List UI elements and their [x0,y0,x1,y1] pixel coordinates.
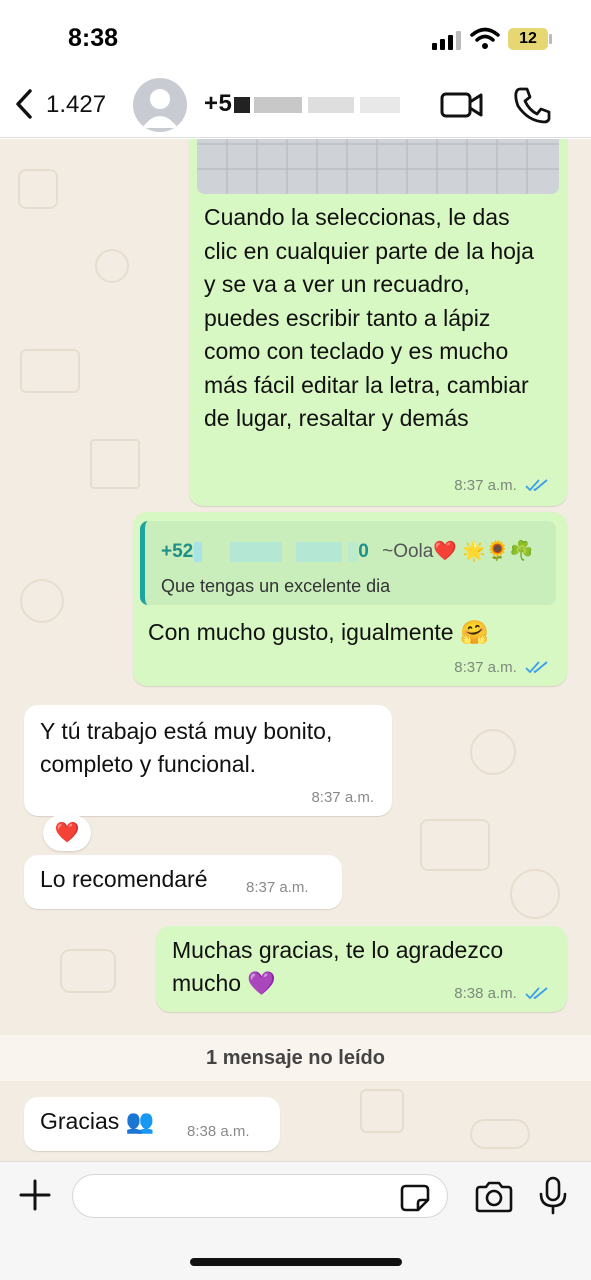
message-composer [0,1161,591,1280]
background-doodle [18,169,58,209]
read-ticks-icon [525,479,548,492]
chat-header: 1.427 +5 [0,76,591,138]
message-bubble-incoming[interactable]: Y tú trabajo está muy bonito, completo y… [24,705,392,816]
avatar[interactable] [133,78,187,132]
message-text: Cuando la seleccionas, le das clic en cu… [204,204,534,431]
message-bubble-incoming[interactable]: Lo recomendaré 8:37 a.m. [24,855,342,909]
message-reaction[interactable]: ❤️ [43,815,91,851]
status-time: 8:38 [68,24,119,52]
background-doodle [470,729,516,775]
message-bubble-outgoing[interactable]: +52 0 ~Oola❤️ 🌟🌻☘️ Que tengas un excelent… [133,512,567,686]
wifi-icon [470,27,500,49]
background-doodle [470,1119,530,1149]
background-doodle [90,439,140,489]
plus-icon[interactable] [18,1178,52,1212]
message-text: Con mucho gusto, igualmente 🤗 [148,619,489,645]
message-bubble-outgoing[interactable]: Muchas gracias, te lo agradezco mucho 💜 … [156,926,567,1012]
back-unread-count[interactable]: 1.427 [46,91,106,119]
unread-divider: 1 mensaje no leído [0,1035,591,1081]
background-doodle [510,869,560,919]
read-ticks-icon [525,661,548,674]
message-bubble-outgoing[interactable]: Cuando la seleccionas, le das clic en cu… [189,139,567,506]
background-doodle [60,949,116,993]
battery-cap [549,34,552,44]
message-timestamp: 8:37 a.m. [246,879,309,896]
quote-text: Que tengas un excelente dia [161,576,391,596]
mic-icon[interactable] [538,1176,568,1216]
message-timestamp: 8:37 a.m. [454,659,549,676]
contact-name[interactable]: +5 [204,90,401,118]
home-indicator [190,1258,402,1266]
background-doodle [95,249,129,283]
message-timestamp: 8:37 a.m. [311,789,374,806]
image-preview[interactable] [197,139,559,194]
background-doodle [360,1089,404,1133]
signal-icon [432,30,462,50]
camera-icon[interactable] [474,1180,514,1214]
battery-indicator: 12 [508,28,548,50]
background-doodle [20,349,80,393]
message-text-line: mucho 💜 [172,970,277,996]
back-chevron-icon[interactable] [12,88,36,120]
message-input[interactable] [72,1174,448,1218]
message-timestamp: 8:38 a.m. [187,1123,250,1140]
phone-icon[interactable] [512,86,552,124]
message-text-line: completo y funcional. [40,751,257,777]
status-bar: 8:38 12 [0,0,591,76]
background-doodle [20,579,64,623]
video-call-icon[interactable] [440,90,484,120]
message-text-line: Y tú trabajo está muy bonito, [40,718,333,744]
message-text-line: Muchas gracias, te lo agradezco [172,937,504,963]
message-bubble-incoming[interactable]: Gracias 👥 8:38 a.m. [24,1097,280,1151]
message-timestamp: 8:38 a.m. [454,985,549,1002]
sticker-icon[interactable] [400,1184,430,1212]
message-text: Gracias 👥 [40,1108,155,1134]
message-text: Lo recomendaré [40,866,208,892]
message-timestamp: 8:37 a.m. [454,477,549,494]
read-ticks-icon [525,987,548,1000]
quote-sender: +52 0 ~Oola❤️ 🌟🌻☘️ [161,541,534,562]
background-doodle [420,819,490,871]
quoted-message[interactable]: +52 0 ~Oola❤️ 🌟🌻☘️ Que tengas un excelent… [140,521,556,605]
chat-area[interactable]: Cuando la seleccionas, le das clic en cu… [0,139,591,1161]
